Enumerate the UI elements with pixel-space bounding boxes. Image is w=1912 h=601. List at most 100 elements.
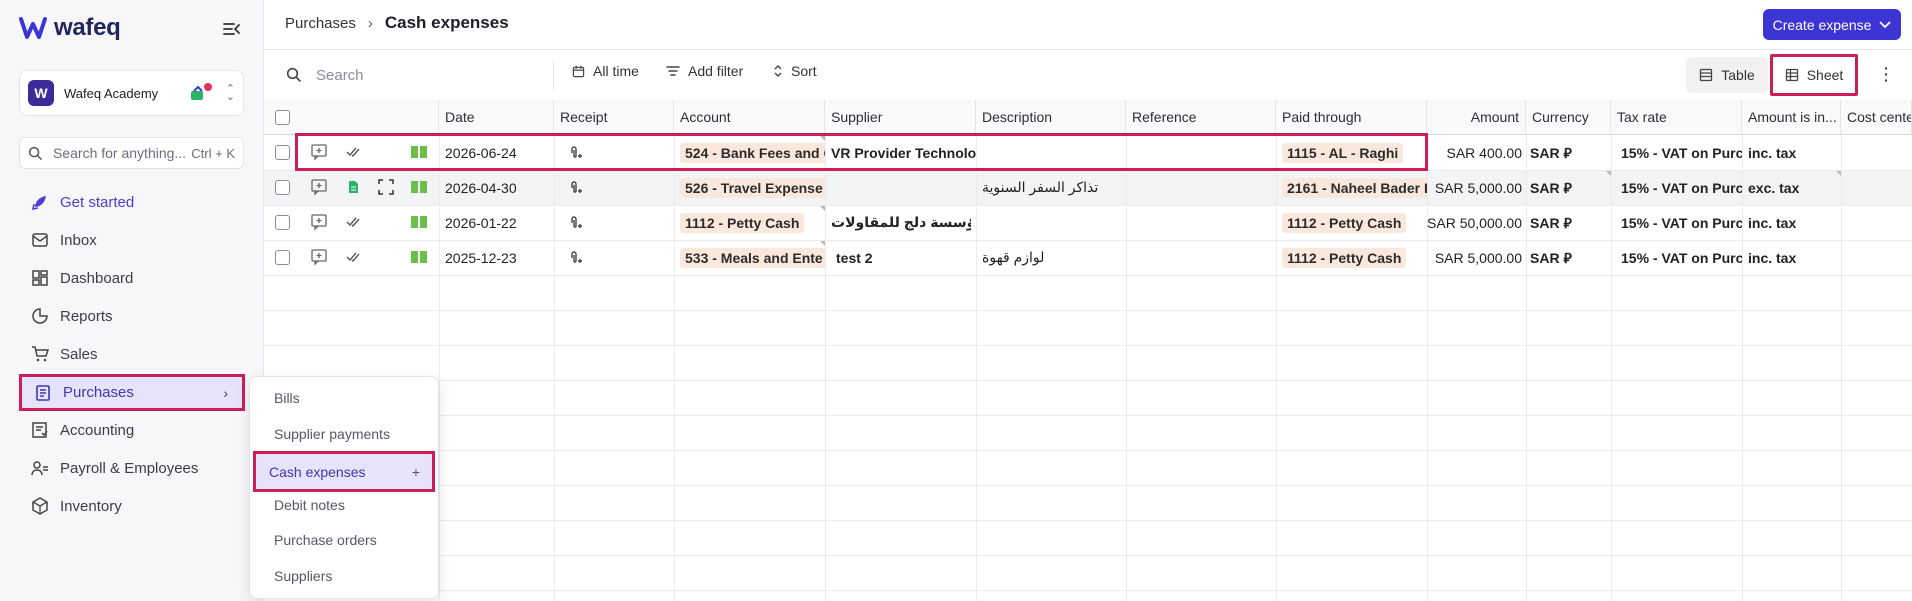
cell-description[interactable]: لوازم قهوة	[982, 240, 1044, 275]
view-table-button[interactable]: Table	[1686, 57, 1768, 93]
sidebar-item-inventory[interactable]: Inventory	[19, 488, 245, 524]
cell-date[interactable]: 2026-01-22	[445, 205, 517, 240]
cell-amount-is[interactable]: inc. tax	[1748, 135, 1796, 170]
submenu-item-cash-expenses[interactable]: Cash expenses +	[253, 451, 435, 492]
attachment-add-icon[interactable]	[568, 180, 582, 196]
logo[interactable]: wafeq	[19, 14, 121, 42]
cell-currency[interactable]: SAR ⃁	[1530, 205, 1572, 240]
cell-amount[interactable]: SAR 400.00	[1427, 135, 1523, 170]
plus-icon[interactable]: +	[412, 464, 420, 480]
sidebar-item-reports[interactable]: Reports	[19, 298, 245, 334]
sidebar-item-payroll[interactable]: Payroll & Employees	[19, 450, 245, 486]
cell-tax-rate[interactable]: 15% - VAT on Purc	[1621, 170, 1742, 205]
grid-line	[264, 590, 1912, 591]
grid-line	[264, 310, 1912, 311]
sidebar: wafeq W Wafeq Academy ⌃ ⌄ Search for anyt…	[0, 0, 264, 601]
attachment-add-icon[interactable]	[568, 215, 582, 231]
cell-amount-is[interactable]: exc. tax	[1748, 170, 1799, 205]
double-check-icon	[346, 252, 360, 263]
column-header-amount[interactable]: Amount	[1427, 100, 1526, 135]
cell-currency[interactable]: SAR ⃁	[1530, 240, 1572, 275]
comment-add-icon[interactable]	[310, 248, 328, 266]
column-header-cost-center[interactable]: Cost cente	[1841, 100, 1912, 135]
cell-paid-through[interactable]: 2161 - Naheel Bader F	[1282, 170, 1427, 205]
cell-account[interactable]: 1112 - Petty Cash	[680, 205, 825, 240]
cell-tax-rate[interactable]: 15% - VAT on Purc	[1621, 205, 1742, 240]
breadcrumb-purchases[interactable]: Purchases	[285, 15, 356, 32]
create-expense-button[interactable]: Create expense	[1763, 9, 1901, 40]
column-header-paid-through[interactable]: Paid through	[1276, 100, 1427, 135]
sort-icon	[774, 65, 782, 77]
cell-date[interactable]: 2026-04-30	[445, 170, 517, 205]
comment-add-icon[interactable]	[310, 213, 328, 231]
cell-amount-is[interactable]: inc. tax	[1748, 240, 1796, 275]
submenu-item-suppliers[interactable]: Suppliers	[258, 559, 432, 593]
cell-account[interactable]: 533 - Meals and Ente	[680, 240, 825, 275]
sidebar-item-inbox[interactable]: Inbox	[19, 222, 245, 258]
column-header-amount-is[interactable]: Amount is in...	[1742, 100, 1841, 135]
cell-supplier[interactable]: test 2	[836, 240, 873, 275]
column-header-tax-rate[interactable]: Tax rate	[1611, 100, 1742, 135]
column-header-description[interactable]: Description	[976, 100, 1126, 135]
submenu-item-supplier-payments[interactable]: Supplier payments	[258, 417, 432, 451]
sidebar-item-sales[interactable]: Sales	[19, 336, 245, 372]
grid-line	[264, 520, 1912, 521]
cell-amount[interactable]: SAR 5,000.00	[1427, 170, 1522, 205]
cell-tax-rate[interactable]: 15% - VAT on Purc	[1621, 135, 1742, 170]
add-filter-button[interactable]: Add filter	[666, 63, 743, 79]
sidebar-item-purchases[interactable]: Purchases ›	[19, 374, 245, 411]
collapse-sidebar-icon[interactable]	[222, 20, 242, 38]
cell-currency[interactable]: SAR ⃁	[1530, 170, 1572, 205]
filter-icon	[666, 66, 680, 76]
book-icon[interactable]	[410, 249, 428, 265]
cell-supplier[interactable]: مؤسسة دلج للمقاولات	[831, 205, 971, 240]
sidebar-item-dashboard[interactable]: Dashboard	[19, 260, 245, 296]
sort-button[interactable]: Sort	[773, 63, 817, 79]
document-icon[interactable]	[348, 180, 359, 194]
column-header-supplier[interactable]: Supplier	[825, 100, 976, 135]
cell-account[interactable]: 526 - Travel Expense	[680, 170, 825, 205]
breadcrumb-separator: ›	[367, 14, 373, 32]
row-checkbox[interactable]	[275, 215, 290, 230]
row-checkbox[interactable]	[275, 180, 290, 195]
select-all-checkbox[interactable]	[275, 110, 290, 125]
cell-currency[interactable]: SAR ⃁	[1530, 135, 1572, 170]
sidebar-item-get-started[interactable]: Get started	[19, 184, 245, 220]
table-search-input[interactable]: Search	[286, 60, 554, 90]
book-icon[interactable]	[410, 214, 428, 230]
submenu-item-purchase-orders[interactable]: Purchase orders	[258, 523, 432, 557]
sort-label: Sort	[791, 63, 817, 79]
submenu-item-bills[interactable]: Bills	[258, 381, 432, 415]
cell-amount[interactable]: SAR 50,000.00	[1427, 205, 1522, 240]
expand-icon[interactable]	[378, 179, 394, 195]
cell-date[interactable]: 2025-12-23	[445, 240, 517, 275]
column-header-date[interactable]: Date	[439, 100, 554, 135]
column-header-currency[interactable]: Currency	[1526, 100, 1611, 135]
cell-amount-is[interactable]: inc. tax	[1748, 205, 1796, 240]
attachment-add-icon[interactable]	[568, 250, 582, 266]
comment-add-icon[interactable]	[310, 178, 328, 196]
book-icon[interactable]	[410, 179, 428, 195]
row-checkbox[interactable]	[275, 250, 290, 265]
submenu-item-label: Cash expenses	[269, 463, 366, 480]
box-icon	[30, 496, 50, 516]
global-search-placeholder: Search for anything...	[53, 145, 187, 161]
organization-switcher[interactable]: W Wafeq Academy ⌃ ⌄	[19, 70, 244, 116]
cell-tax-rate[interactable]: 15% - VAT on Purc	[1621, 240, 1742, 275]
cell-amount[interactable]: SAR 5,000.00	[1427, 240, 1522, 275]
column-header-receipt[interactable]: Receipt	[554, 100, 674, 135]
column-header-account[interactable]: Account	[674, 100, 825, 135]
cell-description[interactable]: تذاكر السفر السنوية	[982, 170, 1122, 205]
view-sheet-button[interactable]: Sheet	[1770, 54, 1858, 96]
people-icon	[30, 458, 50, 478]
column-header-reference[interactable]: Reference	[1126, 100, 1276, 135]
sidebar-item-accounting[interactable]: Accounting	[19, 412, 245, 448]
grid-line	[264, 450, 1912, 451]
submenu-item-debit-notes[interactable]: Debit notes	[258, 488, 432, 522]
row-checkbox[interactable]	[275, 145, 290, 160]
all-time-filter-button[interactable]: All time	[572, 63, 639, 79]
more-options-icon[interactable]: ⋮	[1876, 64, 1896, 86]
cell-paid-through[interactable]: 1112 - Petty Cash	[1282, 205, 1427, 240]
cell-paid-through[interactable]: 1112 - Petty Cash	[1282, 240, 1427, 275]
global-search-input[interactable]: Search for anything... Ctrl + K	[19, 137, 244, 169]
